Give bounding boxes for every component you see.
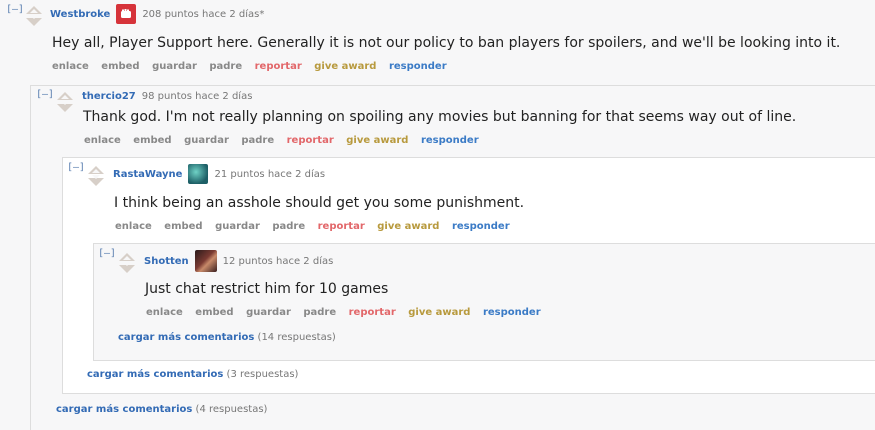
comment-body: Thank god. I'm not really planning on sp… [83, 109, 797, 125]
fist-icon [116, 4, 137, 24]
comment-body: I think being an asshole should get you … [114, 195, 525, 211]
load-more-link[interactable]: cargar más comentarios [118, 332, 254, 343]
embed-button[interactable]: embed [133, 135, 171, 146]
parent-button[interactable]: padre [272, 221, 305, 232]
load-more-comments: cargar más comentarios (3 respuestas) [87, 369, 298, 380]
parent-button[interactable]: padre [241, 135, 274, 146]
save-button[interactable]: guardar [152, 61, 197, 72]
comment-body: Hey all, Player Support here. Generally … [52, 35, 841, 51]
comment-meta: 12 puntos hace 2 días [222, 255, 334, 267]
champion-avatar-icon [194, 250, 217, 272]
parent-button[interactable]: padre [303, 307, 336, 318]
save-button[interactable]: guardar [215, 221, 260, 232]
parent-button[interactable]: padre [209, 61, 242, 72]
embed-button[interactable]: embed [195, 307, 233, 318]
embed-button[interactable]: embed [164, 221, 202, 232]
report-button[interactable]: reportar [287, 135, 334, 146]
report-button[interactable]: reportar [318, 221, 365, 232]
load-more-comments: cargar más comentarios (14 respuestas) [118, 332, 336, 343]
give-award-button[interactable]: give award [314, 61, 376, 72]
collapse-toggle[interactable]: [–] [6, 4, 24, 15]
embed-button[interactable]: embed [101, 61, 139, 72]
vote-arrows [118, 253, 136, 273]
comment-buttons: enlace embed guardar padre reportar give… [146, 307, 550, 318]
author-link[interactable]: thercio27 [82, 91, 136, 102]
downvote-icon[interactable] [57, 101, 73, 112]
give-award-button[interactable]: give award [408, 307, 470, 318]
reply-count: (14 respuestas) [257, 332, 336, 343]
comment-buttons: enlace embed guardar padre reportar give… [52, 61, 456, 72]
downvote-icon[interactable] [26, 15, 42, 26]
comment-tagline: Westbroke 208 puntos hace 2 días* [50, 4, 264, 24]
upvote-icon[interactable] [119, 253, 135, 261]
report-button[interactable]: reportar [349, 307, 396, 318]
collapse-toggle[interactable]: [–] [67, 162, 85, 173]
link-button[interactable]: enlace [84, 135, 121, 146]
downvote-icon[interactable] [88, 175, 104, 186]
comment-tagline: thercio27 98 puntos hace 2 días [82, 91, 252, 102]
comment-buttons: enlace embed guardar padre reportar give… [115, 221, 519, 232]
load-more-comments: cargar más comentarios (4 respuestas) [56, 404, 267, 415]
load-more-link[interactable]: cargar más comentarios [87, 369, 223, 380]
comment-buttons: enlace embed guardar padre reportar give… [84, 135, 488, 146]
vote-arrows [25, 6, 43, 26]
vote-arrows [56, 92, 74, 112]
reply-count: (3 respuestas) [226, 369, 299, 380]
upvote-icon[interactable] [57, 92, 73, 100]
link-button[interactable]: enlace [146, 307, 183, 318]
downvote-icon[interactable] [119, 262, 135, 273]
upvote-icon[interactable] [88, 166, 104, 174]
comment-meta: 98 puntos hace 2 días [141, 91, 253, 102]
save-button[interactable]: guardar [184, 135, 229, 146]
author-link[interactable]: Westbroke [50, 9, 110, 20]
comment-body: Just chat restrict him for 10 games [145, 281, 389, 297]
reply-count: (4 respuestas) [195, 404, 268, 415]
comment-tagline: RastaWayne 21 puntos hace 2 días [113, 164, 325, 184]
save-button[interactable]: guardar [246, 307, 291, 318]
comment-tagline: Shotten 12 puntos hace 2 días [144, 250, 333, 272]
reply-button[interactable]: responder [483, 307, 541, 318]
comment-meta: 21 puntos hace 2 días [214, 168, 326, 180]
author-link[interactable]: RastaWayne [113, 169, 182, 180]
author-link[interactable]: Shotten [144, 256, 189, 267]
reply-button[interactable]: responder [452, 221, 510, 232]
give-award-button[interactable]: give award [346, 135, 408, 146]
load-more-link[interactable]: cargar más comentarios [56, 404, 192, 415]
comment-meta: 208 puntos hace 2 días* [142, 8, 265, 20]
collapse-toggle[interactable]: [–] [98, 248, 116, 259]
report-button[interactable]: reportar [255, 61, 302, 72]
link-button[interactable]: enlace [115, 221, 152, 232]
champion-avatar-icon [188, 164, 209, 184]
give-award-button[interactable]: give award [377, 221, 439, 232]
reply-button[interactable]: responder [421, 135, 479, 146]
upvote-icon[interactable] [26, 6, 42, 14]
collapse-toggle[interactable]: [–] [36, 89, 54, 100]
reply-button[interactable]: responder [389, 61, 447, 72]
vote-arrows [87, 166, 105, 186]
link-button[interactable]: enlace [52, 61, 89, 72]
